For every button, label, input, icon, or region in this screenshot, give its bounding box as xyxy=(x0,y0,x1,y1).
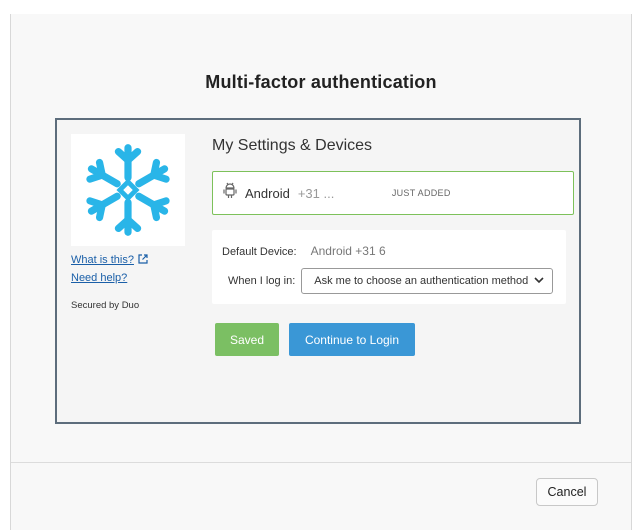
what-is-this-link[interactable]: What is this? xyxy=(71,254,148,267)
device-name: Android xyxy=(245,185,290,201)
device-settings-box: Default Device: Android +31 6 When I log… xyxy=(212,230,566,304)
what-is-this-label: What is this? xyxy=(71,254,134,266)
need-help-link[interactable]: Need help? xyxy=(71,272,148,284)
continue-to-login-button[interactable]: Continue to Login xyxy=(289,323,415,356)
auth-method-selected: Ask me to choose an authentication metho… xyxy=(314,275,529,287)
default-device-label: Default Device: xyxy=(222,246,297,258)
external-link-icon xyxy=(138,254,148,267)
chevron-down-icon xyxy=(534,275,544,287)
device-number: +31 ... xyxy=(297,185,335,201)
auth-method-select[interactable]: Ask me to choose an authentication metho… xyxy=(301,268,554,294)
android-icon xyxy=(223,182,237,204)
secured-by-text: Secured by Duo xyxy=(71,300,140,311)
saved-button[interactable]: Saved xyxy=(215,323,279,356)
default-device-value: Android +31 6 xyxy=(310,244,386,258)
cancel-button[interactable]: Cancel xyxy=(536,478,598,506)
help-links: What is this? Need help? xyxy=(71,254,148,289)
device-card[interactable]: Android +31 ... JUST ADDED xyxy=(212,171,574,215)
when-login-label: When I log in: xyxy=(228,275,296,287)
when-login-row: When I log in: Ask me to choose an authe… xyxy=(228,268,554,294)
settings-heading: My Settings & Devices xyxy=(212,137,373,154)
dialog-title: Multi-factor authentication xyxy=(205,72,437,92)
duo-prompt-frame: What is this? Need help? Secured by Duo … xyxy=(55,118,581,424)
mfa-dialog: Multi-factor authentication What is this… xyxy=(10,14,632,530)
footer-divider xyxy=(11,462,631,463)
default-device-row: Default Device: Android +31 6 xyxy=(222,244,386,258)
just-added-badge: JUST ADDED xyxy=(391,188,451,198)
snowflake-logo-icon xyxy=(71,134,185,246)
